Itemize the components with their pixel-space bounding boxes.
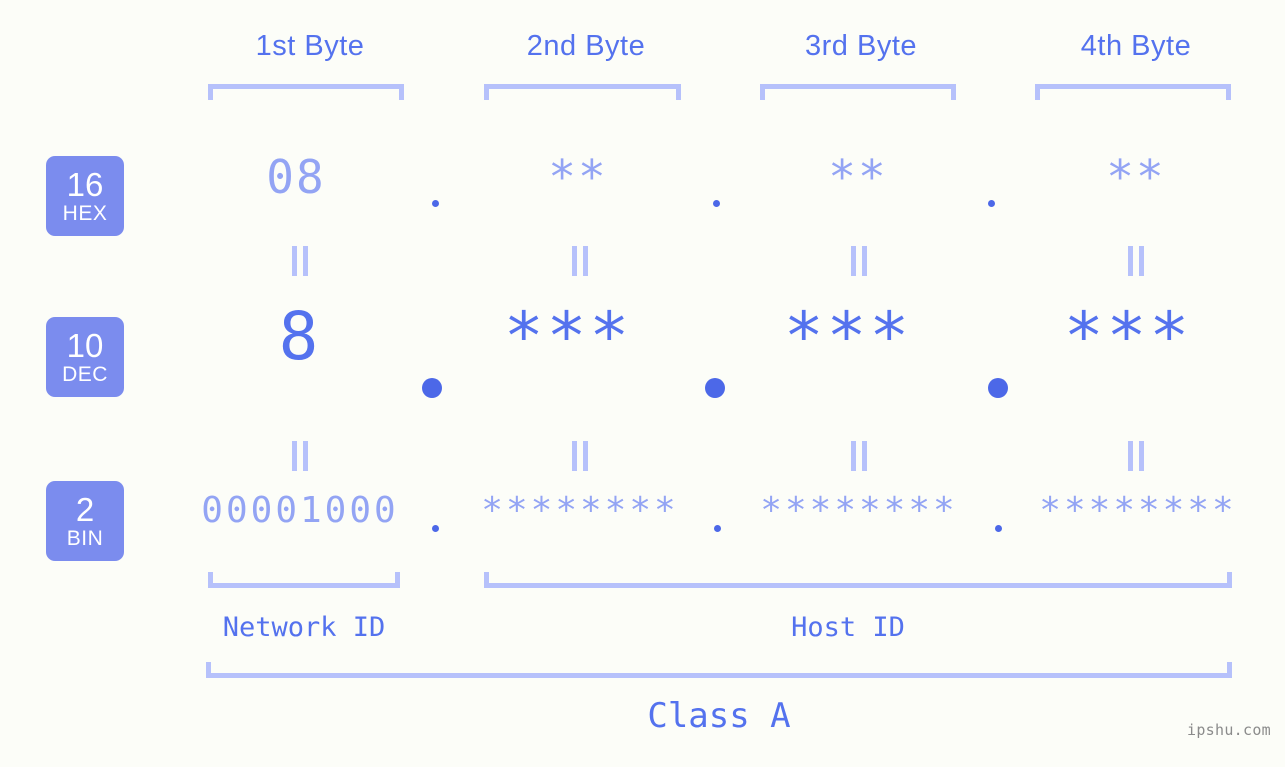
dec-byte-3: *** — [783, 298, 913, 375]
equals-icon-hex-dec-4 — [1125, 246, 1147, 276]
equals-icon-dec-bin-2 — [569, 441, 591, 471]
bin-byte-1: 00001000 — [201, 490, 399, 531]
host-id-label: Host ID — [791, 612, 905, 643]
byte-header-2: 2nd Byte — [526, 30, 646, 62]
hex-byte-1: 08 — [266, 150, 326, 204]
equals-icon-dec-bin-4 — [1125, 441, 1147, 471]
bin-byte-2: ******** — [481, 490, 679, 531]
ip-address-breakdown-diagram: 1st Byte 2nd Byte 3rd Byte 4th Byte 16 H… — [0, 0, 1285, 767]
bin-separator-dot-3 — [995, 525, 1002, 532]
base-badge-hex-unit: HEX — [62, 202, 108, 225]
equals-icon-hex-dec-3 — [848, 246, 870, 276]
byte-header-1: 1st Byte — [255, 30, 365, 62]
equals-icon-hex-dec-2 — [569, 246, 591, 276]
network-id-label: Network ID — [222, 612, 386, 643]
bin-byte-4: ******** — [1039, 490, 1237, 531]
dec-byte-4: *** — [1063, 298, 1193, 375]
host-id-bracket — [484, 572, 1232, 588]
bin-separator-dot-2 — [714, 525, 721, 532]
base-badge-bin: 2 BIN — [46, 481, 124, 561]
base-badge-dec: 10 DEC — [46, 317, 124, 397]
byte-bracket-1 — [208, 84, 404, 100]
hex-separator-dot-3 — [988, 200, 995, 207]
base-badge-bin-unit: BIN — [66, 527, 104, 550]
equals-icon-hex-dec-1 — [289, 246, 311, 276]
byte-bracket-3 — [760, 84, 956, 100]
byte-bracket-4 — [1035, 84, 1231, 100]
dec-byte-1: 8 — [278, 298, 322, 375]
base-badge-dec-number: 10 — [66, 327, 104, 364]
hex-separator-dot-2 — [713, 200, 720, 207]
dec-separator-dot-3 — [988, 378, 1008, 398]
hex-byte-3: ** — [828, 150, 888, 204]
base-badge-bin-number: 2 — [75, 491, 95, 528]
equals-icon-dec-bin-3 — [848, 441, 870, 471]
byte-header-4: 4th Byte — [1080, 30, 1192, 62]
hex-byte-4: ** — [1106, 150, 1166, 204]
base-badge-hex-number: 16 — [66, 166, 104, 203]
bin-separator-dot-1 — [432, 525, 439, 532]
base-badge-dec-unit: DEC — [62, 363, 108, 386]
equals-icon-dec-bin-1 — [289, 441, 311, 471]
site-watermark: ipshu.com — [1187, 721, 1271, 739]
byte-header-3: 3rd Byte — [805, 30, 917, 62]
hex-byte-2: ** — [548, 150, 608, 204]
base-badge-hex: 16 HEX — [46, 156, 124, 236]
class-label: Class A — [647, 696, 791, 736]
byte-bracket-2 — [484, 84, 681, 100]
bin-byte-3: ******** — [760, 490, 958, 531]
dec-separator-dot-2 — [705, 378, 725, 398]
network-id-bracket — [208, 572, 400, 588]
class-bracket — [206, 662, 1232, 678]
dec-byte-2: *** — [503, 298, 633, 375]
dec-separator-dot-1 — [422, 378, 442, 398]
hex-separator-dot-1 — [432, 200, 439, 207]
